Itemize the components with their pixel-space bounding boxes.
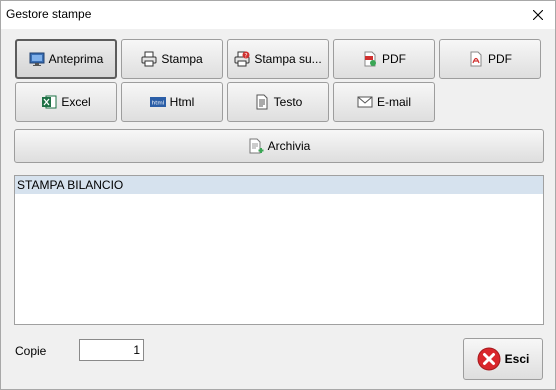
anteprima-button[interactable]: Anteprima [15, 39, 117, 79]
anteprima-label: Anteprima [48, 52, 104, 66]
stampa-su-button[interactable]: ? Stampa su... [227, 39, 329, 79]
copie-input[interactable] [79, 339, 144, 361]
excel-label: Excel [61, 95, 91, 109]
testo-label: Testo [273, 95, 303, 109]
title-bar: Gestore stampe [1, 1, 555, 29]
printer-question-icon: ? [234, 51, 250, 67]
close-button[interactable] [521, 1, 555, 29]
excel-button[interactable]: Excel [15, 82, 117, 122]
envelope-icon [357, 94, 373, 110]
excel-icon [41, 94, 57, 110]
pdf-acrobat-label: PDF [488, 52, 512, 66]
stampa-su-label: Stampa su... [254, 52, 322, 66]
esci-label: Esci [504, 352, 530, 366]
svg-text:?: ? [245, 53, 248, 60]
monitor-icon [29, 51, 45, 67]
archive-document-icon [248, 138, 264, 154]
html-label: Html [169, 95, 195, 109]
testo-button[interactable]: Testo [227, 82, 329, 122]
pdf-button[interactable]: PDF [333, 39, 435, 79]
pdf-acrobat-icon [468, 51, 484, 67]
email-label: E-mail [376, 95, 411, 109]
text-document-icon [254, 94, 270, 110]
pdf-acrobat-button[interactable]: PDF [439, 39, 541, 79]
html-icon: html [149, 94, 166, 110]
stampa-button[interactable]: Stampa [121, 39, 223, 79]
html-button[interactable]: html Html [121, 82, 223, 122]
archivia-label: Archivia [267, 139, 311, 153]
stampa-label: Stampa [161, 52, 203, 66]
close-icon [533, 10, 543, 20]
print-manager-window: Gestore stampe Anteprima Stampa ? Stampa… [0, 0, 556, 390]
copie-label: Copie [15, 344, 47, 358]
esci-button[interactable]: Esci [463, 338, 543, 380]
list-item[interactable]: STAMPA BILANCIO [15, 176, 543, 194]
archivia-button[interactable]: Archivia [14, 129, 544, 163]
pdf-file-icon [362, 51, 378, 67]
printer-icon [141, 51, 157, 67]
window-title: Gestore stampe [6, 7, 92, 21]
exit-x-icon [477, 347, 501, 371]
email-button[interactable]: E-mail [333, 82, 435, 122]
report-list[interactable]: STAMPA BILANCIO [14, 175, 544, 325]
svg-text:html: html [151, 101, 164, 107]
pdf-label: PDF [382, 52, 406, 66]
